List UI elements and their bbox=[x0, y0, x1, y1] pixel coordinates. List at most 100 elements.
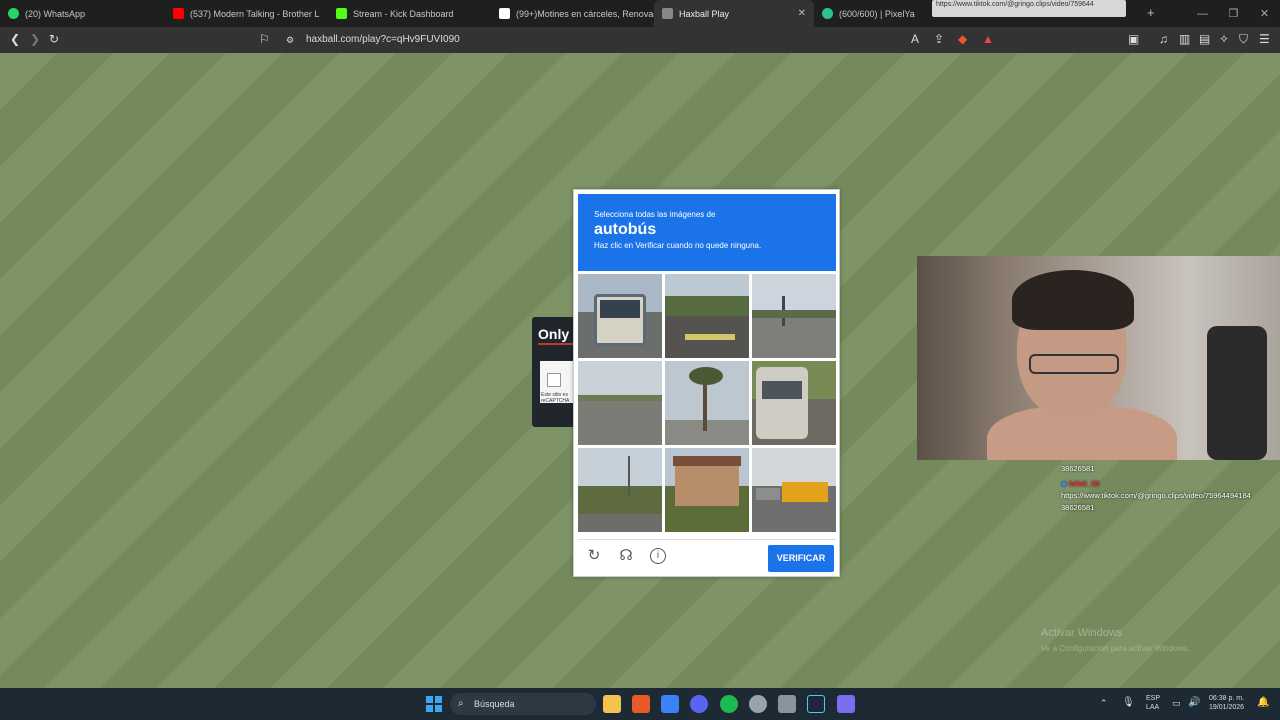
captcha-tile-bus[interactable] bbox=[578, 274, 662, 358]
taskbar: ⌕ Búsqueda ⌃ 🎙 ESP LAA ▭ 🔊 06:38 p. m. 1… bbox=[0, 688, 1280, 720]
tab-label: (537) Modern Talking - Brother L bbox=[190, 8, 320, 19]
captcha-tile-street[interactable] bbox=[752, 274, 836, 358]
wallet-icon[interactable]: ▤ bbox=[1199, 32, 1210, 46]
captcha-tile-road[interactable] bbox=[665, 274, 749, 358]
translate-icon[interactable]: A bbox=[911, 32, 919, 46]
clock-time: 06:38 p. m. bbox=[1209, 695, 1245, 702]
ai-icon[interactable]: ✧ bbox=[1219, 32, 1229, 46]
close-window-icon[interactable]: ✕ bbox=[1249, 7, 1280, 20]
divider bbox=[538, 343, 573, 345]
captcha-hint: Haz clic en Verificar cuando no quede ni… bbox=[594, 241, 762, 250]
audio-challenge-icon[interactable]: ☊ bbox=[618, 548, 634, 564]
window-controls: — ❐ ✕ bbox=[1187, 0, 1280, 27]
pixelya-icon bbox=[822, 8, 833, 19]
chat-link: https://www.tiktok.com/@gringo.clips/vid… bbox=[1061, 491, 1251, 500]
brave-icon[interactable] bbox=[632, 695, 650, 713]
panel-title: Only bbox=[538, 326, 570, 342]
tab-youtube[interactable]: (537) Modern Talking - Brother L bbox=[165, 0, 328, 27]
captcha-tile-building[interactable] bbox=[665, 448, 749, 532]
forward-icon[interactable]: ❯ bbox=[30, 32, 40, 46]
steam-icon[interactable] bbox=[807, 695, 825, 713]
store-icon[interactable] bbox=[661, 695, 679, 713]
site-info-icon[interactable]: ⚙ bbox=[286, 35, 294, 46]
microphone-icon[interactable]: 🎙 bbox=[1122, 697, 1135, 708]
recaptcha-widget: Este sitio es reCAPTCHA bbox=[540, 361, 574, 404]
captcha-target: autobús bbox=[594, 221, 657, 238]
windows-icon bbox=[426, 696, 442, 712]
maximize-icon[interactable]: ❐ bbox=[1218, 7, 1249, 20]
chair bbox=[1207, 326, 1267, 460]
menu-icon[interactable]: ☰ bbox=[1259, 32, 1270, 46]
back-icon[interactable]: ❮ bbox=[10, 32, 20, 46]
clock-date: 19/01/2026 bbox=[1209, 704, 1245, 711]
haxball-icon bbox=[662, 8, 673, 19]
close-tab-icon[interactable]: ✕ bbox=[798, 8, 806, 19]
music-icon[interactable]: ♫ bbox=[1159, 32, 1168, 46]
chat-line: 38626581 bbox=[1061, 464, 1095, 473]
chat-line: 38626581 bbox=[1061, 503, 1095, 512]
info-icon[interactable]: i bbox=[650, 548, 666, 564]
user-badge-icon: ◆ bbox=[1061, 479, 1067, 488]
reload-challenge-icon[interactable]: ↻ bbox=[586, 548, 602, 564]
lang-primary: ESP bbox=[1146, 695, 1161, 702]
streamer-hair bbox=[1012, 270, 1134, 330]
room-panel: Only Este sitio es reCAPTCHA bbox=[532, 317, 577, 427]
chat-username: lofsit_25 bbox=[1068, 479, 1100, 488]
tab-tiktok[interactable]: (99+)Motines en cárceles, Renovació bbox=[491, 0, 654, 27]
spotify-icon[interactable] bbox=[720, 695, 738, 713]
network-icon[interactable]: ▭ bbox=[1172, 698, 1181, 709]
tab-haxball[interactable]: Haxball Play ✕ bbox=[654, 0, 814, 27]
new-tab-button[interactable]: + bbox=[1147, 5, 1155, 20]
rewards-icon[interactable]: ▲ bbox=[982, 32, 994, 46]
verify-button[interactable]: VERIFICAR bbox=[768, 545, 834, 572]
tray-chevron-icon[interactable]: ⌃ bbox=[1100, 698, 1108, 709]
recaptcha-text: Este sitio es reCAPTCHA bbox=[541, 392, 570, 404]
tab-whatsapp[interactable]: (20) WhatsApp bbox=[0, 0, 165, 27]
captcha-footer: ↻ ☊ i VERIFICAR bbox=[578, 539, 836, 573]
whatsapp-icon bbox=[8, 8, 19, 19]
tab-pixelya[interactable]: (600/600) | PixelYa bbox=[814, 0, 924, 27]
language-indicator[interactable]: ESP LAA bbox=[1146, 694, 1160, 712]
tab-label: Haxball Play bbox=[679, 8, 730, 19]
brave-shield-icon[interactable]: ◆ bbox=[958, 32, 967, 46]
share-icon[interactable]: ⇪ bbox=[934, 32, 944, 46]
recaptcha-checkbox[interactable] bbox=[547, 373, 561, 387]
browser-toolbar: ❮ ❯ ↻ ⚐ ⚙ haxball.com/play?c=qHv9FUVI090… bbox=[0, 27, 1280, 53]
search-icon: ⌕ bbox=[458, 698, 464, 709]
link-tooltip: https://www.tiktok.com/@gringo.clips/vid… bbox=[932, 0, 1126, 17]
screenshot-icon[interactable]: ▣ bbox=[1128, 32, 1139, 46]
address-bar[interactable]: haxball.com/play?c=qHv9FUVI090 bbox=[306, 34, 460, 45]
obs-icon[interactable] bbox=[749, 695, 767, 713]
bookmark-icon[interactable]: ⚐ bbox=[259, 32, 270, 46]
app-icon[interactable] bbox=[837, 695, 855, 713]
tab-kick[interactable]: Stream - Kick Dashboard bbox=[328, 0, 491, 27]
captcha-tile-highway[interactable] bbox=[578, 361, 662, 445]
notification-icon[interactable]: 🔔 bbox=[1257, 697, 1269, 708]
reload-icon[interactable]: ↻ bbox=[49, 32, 59, 46]
minimize-icon[interactable]: — bbox=[1187, 8, 1218, 20]
taskbar-search[interactable]: ⌕ Búsqueda bbox=[450, 693, 596, 715]
glasses bbox=[1029, 354, 1119, 374]
tab-label: (600/600) | PixelYa bbox=[839, 8, 915, 19]
captcha-tile-bus-rear[interactable] bbox=[752, 361, 836, 445]
activation-watermark-subtitle: Ve a Configuración para activar Windows. bbox=[1041, 644, 1190, 653]
sidebar-icon[interactable]: ▥ bbox=[1179, 32, 1190, 46]
clock[interactable]: 06:38 p. m. 19/01/2026 bbox=[1209, 694, 1244, 712]
captcha-header: Selecciona todas las imágenes de autobús… bbox=[578, 194, 836, 271]
captcha-tile-school-bus[interactable] bbox=[752, 448, 836, 532]
tab-label: Stream - Kick Dashboard bbox=[353, 8, 454, 19]
captcha-tile-street-palm[interactable] bbox=[578, 448, 662, 532]
chat-overlay: 38626581 ◆ lofsit_25 https://www.tiktok.… bbox=[1061, 463, 1280, 514]
tab-label: (20) WhatsApp bbox=[25, 8, 86, 19]
file-explorer-icon[interactable] bbox=[603, 695, 621, 713]
tiktok-icon bbox=[499, 8, 510, 19]
start-button[interactable] bbox=[425, 695, 443, 713]
youtube-icon bbox=[173, 8, 184, 19]
chat-message: ◆ lofsit_25 bbox=[1061, 478, 1280, 490]
vpn-icon[interactable]: ⛉ bbox=[1239, 32, 1248, 47]
captcha-instruction: Selecciona todas las imágenes de bbox=[594, 210, 716, 219]
captcha-tile-palms[interactable] bbox=[665, 361, 749, 445]
settings-icon[interactable] bbox=[778, 695, 796, 713]
volume-icon[interactable]: 🔊 bbox=[1188, 697, 1200, 708]
discord-icon[interactable] bbox=[690, 695, 708, 713]
